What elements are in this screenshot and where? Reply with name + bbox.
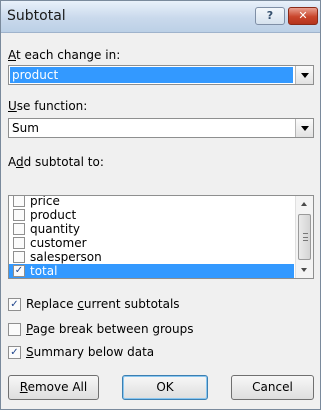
remove-all-button[interactable]: Remove All — [8, 375, 99, 400]
button-label: emove All — [27, 380, 88, 394]
title-bar[interactable]: Subtotal ? ✕ — [1, 1, 320, 33]
list-item-product[interactable]: product — [9, 208, 294, 222]
list-item-label: total — [30, 264, 58, 278]
add-subtotal-listbox[interactable]: price product quantity customer salesper… — [8, 195, 314, 279]
checkbox-box[interactable]: ✓ — [8, 298, 21, 311]
use-function-value: Sum — [12, 121, 39, 135]
checkbox-label: Summary below data — [26, 345, 154, 359]
list-item-label: quantity — [30, 222, 81, 236]
label-part: ummary below data — [33, 345, 155, 359]
list-item-label: price — [30, 195, 60, 208]
checkbox-box[interactable]: ✓ — [8, 346, 21, 359]
grip-icon — [303, 233, 308, 241]
checkbox-label: Page break between groups — [26, 322, 193, 336]
list-item-checkbox[interactable] — [13, 237, 25, 249]
list-item-checkbox[interactable] — [13, 251, 25, 263]
label-accel: c — [77, 297, 84, 311]
use-function-label-accel: U — [8, 99, 17, 113]
scroll-down-arrow-icon[interactable] — [296, 262, 313, 278]
label-part: urrent subtotals — [83, 297, 180, 311]
list-item-checkbox[interactable] — [13, 223, 25, 235]
list-item-quantity[interactable]: quantity — [9, 222, 294, 236]
list-item-label: product — [30, 208, 77, 222]
list-item-customer[interactable]: customer — [9, 236, 294, 250]
close-button[interactable]: ✕ — [288, 7, 318, 25]
use-function-label: Use function: — [8, 99, 87, 113]
use-function-label-text: se function: — [16, 99, 88, 113]
dialog-title: Subtotal — [7, 8, 66, 24]
add-subtotal-label-accel: d — [16, 155, 24, 169]
label-part: Replace — [26, 297, 78, 311]
list-item-checkbox[interactable] — [13, 196, 25, 207]
add-subtotal-label-text: d subtotal to: — [23, 155, 104, 169]
scroll-up-arrow-icon[interactable] — [296, 196, 313, 212]
scroll-thumb[interactable] — [298, 214, 311, 260]
button-accel: R — [19, 380, 28, 394]
change-in-label-text: t each change in: — [16, 48, 121, 62]
add-subtotal-label: Add subtotal to: — [8, 155, 104, 169]
subtotal-dialog: Subtotal ? ✕ At each change in: product … — [0, 0, 321, 410]
list-item-price[interactable]: price — [9, 195, 294, 208]
ok-button[interactable]: OK — [122, 375, 208, 400]
listbox-scrollbar[interactable] — [295, 196, 313, 278]
change-in-value: product — [10, 67, 293, 83]
list-item-salesperson[interactable]: salesperson — [9, 250, 294, 264]
list-item-checkbox[interactable]: ✓ — [13, 265, 25, 277]
checkbox-label: Replace current subtotals — [26, 297, 180, 311]
help-button[interactable]: ? — [255, 7, 285, 25]
list-item-checkbox[interactable] — [13, 209, 25, 221]
label-part: age break between groups — [32, 322, 194, 336]
chevron-down-icon[interactable] — [295, 119, 313, 137]
label-accel: P — [26, 322, 33, 336]
list-item-label: salesperson — [30, 250, 102, 264]
use-function-dropdown[interactable]: Sum — [8, 118, 314, 138]
change-in-label: At each change in: — [8, 48, 120, 62]
checkbox-box[interactable] — [8, 323, 21, 336]
list-item-label: customer — [30, 236, 87, 250]
change-in-dropdown[interactable]: product — [8, 65, 314, 85]
cancel-button[interactable]: Cancel — [231, 375, 314, 400]
label-accel: S — [26, 345, 34, 359]
add-subtotal-label-pre: A — [8, 155, 16, 169]
list-item-total[interactable]: ✓ total — [9, 264, 294, 278]
chevron-down-icon[interactable] — [295, 66, 313, 84]
change-in-label-accel: A — [8, 48, 16, 62]
